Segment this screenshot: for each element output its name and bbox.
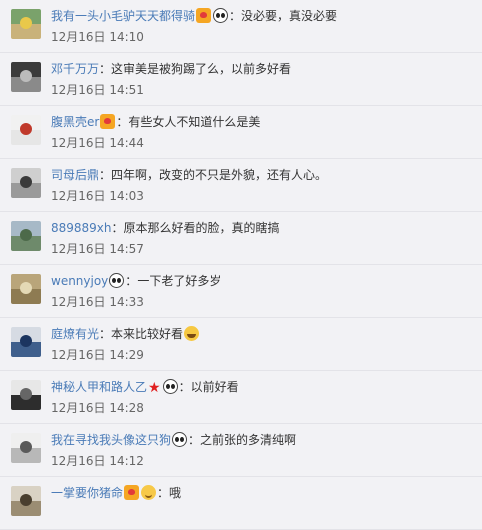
comment-item: 一掌要你猪命 ：哦 bbox=[0, 477, 482, 530]
comment-time: 12月16日 14:51 bbox=[51, 83, 144, 97]
username-link[interactable]: 邓千万万 bbox=[51, 62, 99, 76]
avatar[interactable] bbox=[11, 274, 41, 304]
comment-line: 邓千万万：这审美是被狗踢了么，以前多好看 bbox=[51, 60, 478, 78]
comment-time: 12月16日 14:03 bbox=[51, 189, 144, 203]
comment-line: 一掌要你猪命 ：哦 bbox=[51, 484, 478, 502]
comment-text: 以前好看 bbox=[190, 380, 239, 394]
comment-time: 12月16日 14:12 bbox=[51, 454, 144, 468]
comment-item: wennyjoy ：一下老了好多岁 12月16日 14:33 bbox=[0, 265, 482, 318]
comment-line: 庭燎有光：本来比较好看 bbox=[51, 325, 478, 343]
comment-item: 889889xh：原本那么好看的脸，真的瞎搞 12月16日 14:57 bbox=[0, 212, 482, 265]
comment-line: 司母后鼎：四年啊，改变的不只是外貌，还有人心。 bbox=[51, 166, 478, 184]
comment-line: wennyjoy ：一下老了好多岁 bbox=[51, 272, 478, 290]
separator: ： bbox=[229, 9, 242, 23]
comment-line: 腹黑壳er ：有些女人不知道什么是美 bbox=[51, 113, 478, 131]
comment-item: 司母后鼎：四年啊，改变的不只是外貌，还有人心。 12月16日 14:03 bbox=[0, 159, 482, 212]
panda-icon bbox=[162, 379, 178, 394]
separator: ： bbox=[125, 274, 138, 288]
star-icon: ★ bbox=[148, 380, 161, 396]
separator: ： bbox=[178, 380, 191, 394]
separator: ： bbox=[99, 327, 112, 341]
comment-time: 12月16日 14:33 bbox=[51, 295, 144, 309]
avatar[interactable] bbox=[11, 62, 41, 92]
comment-line: 889889xh：原本那么好看的脸，真的瞎搞 bbox=[51, 219, 478, 237]
separator: ： bbox=[116, 115, 129, 129]
panda-icon bbox=[109, 273, 125, 288]
comment-time: 12月16日 14:57 bbox=[51, 242, 144, 256]
separator: ： bbox=[99, 168, 112, 182]
comment-item: 庭燎有光：本来比较好看 12月16日 14:29 bbox=[0, 318, 482, 371]
avatar[interactable] bbox=[11, 9, 41, 39]
username-link[interactable]: 889889xh bbox=[51, 221, 112, 235]
vip-icon bbox=[196, 8, 212, 23]
comment-line: 我在寻找我头像这只狗 ：之前张的多清纯啊 bbox=[51, 431, 478, 449]
comment-time: 12月16日 14:10 bbox=[51, 30, 144, 44]
comment-list: 我有一头小毛驴天天都得骑 ：没必要，真没必要 12月16日 14:10 邓千万万：这审… bbox=[0, 0, 482, 530]
comment-text: 哦 bbox=[169, 486, 182, 500]
username-link[interactable]: 一掌要你猪命 bbox=[51, 486, 123, 500]
separator: ： bbox=[188, 433, 201, 447]
comment-item: 腹黑壳er ：有些女人不知道什么是美 12月16日 14:44 bbox=[0, 106, 482, 159]
comment-item: 神秘人甲和路人乙★ ：以前好看 12月16日 14:28 bbox=[0, 371, 482, 424]
username-link[interactable]: 我在寻找我头像这只狗 bbox=[51, 433, 171, 447]
comment-text: 没必要，真没必要 bbox=[241, 9, 338, 23]
comment-line: 我有一头小毛驴天天都得骑 ：没必要，真没必要 bbox=[51, 7, 478, 25]
comment-text: 有些女人不知道什么是美 bbox=[128, 115, 261, 129]
username-link[interactable]: 我有一头小毛驴天天都得骑 bbox=[51, 9, 195, 23]
comment-item: 我有一头小毛驴天天都得骑 ：没必要，真没必要 12月16日 14:10 bbox=[0, 0, 482, 53]
comment-text: 之前张的多清纯啊 bbox=[200, 433, 297, 447]
comment-text: 这审美是被狗踢了么，以前多好看 bbox=[111, 62, 292, 76]
username-link[interactable]: 庭燎有光 bbox=[51, 327, 99, 341]
avatar[interactable] bbox=[11, 168, 41, 198]
comment-item: 邓千万万：这审美是被狗踢了么，以前多好看 12月16日 14:51 bbox=[0, 53, 482, 106]
vip-icon bbox=[100, 114, 116, 129]
comment-text: 四年啊，改变的不只是外貌，还有人心。 bbox=[111, 168, 328, 182]
comment-text: 原本那么好看的脸，真的瞎搞 bbox=[123, 221, 280, 235]
avatar[interactable] bbox=[11, 221, 41, 251]
avatar[interactable] bbox=[11, 486, 41, 516]
comment-time: 12月16日 14:29 bbox=[51, 348, 144, 362]
username-link[interactable]: 司母后鼎 bbox=[51, 168, 99, 182]
avatar[interactable] bbox=[11, 380, 41, 410]
separator: ： bbox=[111, 221, 124, 235]
username-link[interactable]: 神秘人甲和路人乙 bbox=[51, 380, 147, 394]
panda-icon bbox=[172, 432, 188, 447]
comment-time: 12月16日 14:44 bbox=[51, 136, 144, 150]
separator: ： bbox=[157, 486, 170, 500]
comment-line: 神秘人甲和路人乙★ ：以前好看 bbox=[51, 378, 478, 396]
panda-icon bbox=[213, 8, 229, 23]
username-link[interactable]: 腹黑壳er bbox=[51, 115, 99, 129]
avatar[interactable] bbox=[11, 433, 41, 463]
comment-time: 12月16日 14:28 bbox=[51, 401, 144, 415]
comment-item: 我在寻找我头像这只狗 ：之前张的多清纯啊 12月16日 14:12 bbox=[0, 424, 482, 477]
comment-text: 本来比较好看 bbox=[111, 327, 184, 341]
username-link[interactable]: wennyjoy bbox=[51, 274, 108, 288]
laugh-icon bbox=[184, 326, 200, 341]
comment-text: 一下老了好多岁 bbox=[137, 274, 222, 288]
separator: ： bbox=[99, 62, 112, 76]
avatar[interactable] bbox=[11, 115, 41, 145]
avatar[interactable] bbox=[11, 327, 41, 357]
